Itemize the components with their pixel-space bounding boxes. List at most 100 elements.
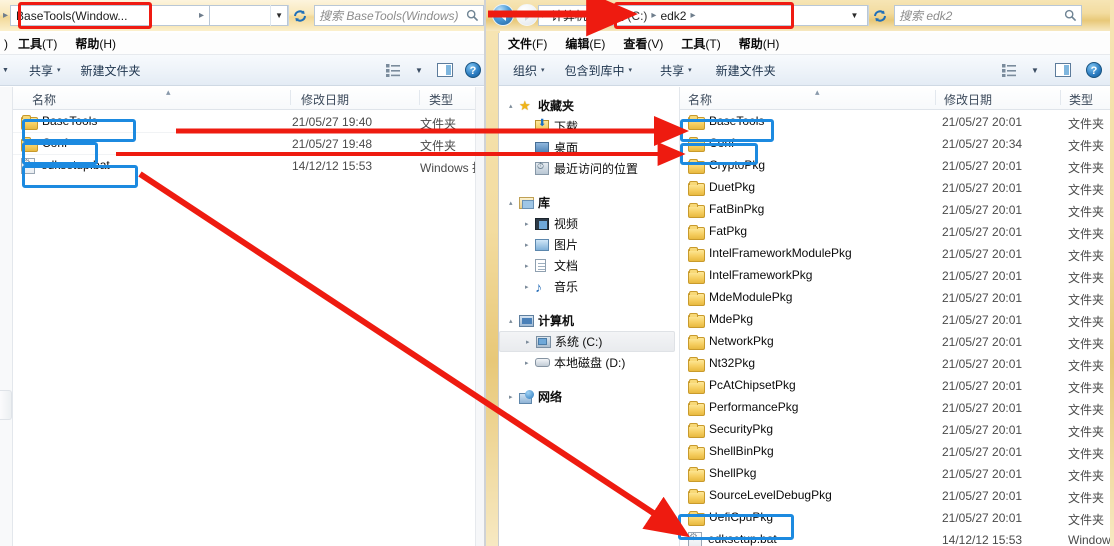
right-search-input[interactable]: 搜索 edk2 [894,5,1082,26]
file-name-cell[interactable]: PcAtChipsetPkg [688,378,796,394]
menu-item-tools[interactable]: 工具(T) [672,35,729,52]
help-icon[interactable]: ? [1078,62,1110,78]
nav-item-最近访问的位置[interactable]: 最近访问的位置 [499,158,679,179]
nav-item-音乐[interactable]: ▸ ♪ 音乐 [499,276,679,297]
table-row[interactable]: IntelFrameworkModulePkg 21/05/27 20:01 文件夹 [680,243,1110,265]
nav-item-库[interactable]: ▴ 库 [499,192,679,213]
file-name-cell[interactable]: SecurityPkg [688,422,773,438]
expander-expand-icon[interactable]: ▸ [509,393,519,401]
preview-pane-icon[interactable] [432,63,458,77]
column-header-name[interactable]: 名称 [688,91,712,108]
table-row[interactable]: MdePkg 21/05/27 20:01 文件夹 [680,309,1110,331]
file-name-cell[interactable]: FatPkg [688,224,747,240]
search-icon[interactable] [466,9,479,25]
file-type-cell: 文件夹 [1068,183,1105,197]
breadcrumb-separator[interactable]: ▸ [198,10,205,21]
column-header-date-modified[interactable]: 修改日期 [944,91,992,108]
breadcrumb-item-computer[interactable]: 计算机 [548,7,590,24]
nav-item-计算机[interactable]: ▴ 计算机 [499,310,679,331]
file-name-cell[interactable]: IntelFrameworkPkg [688,268,812,284]
file-name-cell[interactable]: NetworkPkg [688,334,774,350]
chevron-down-icon[interactable]: ▼ [846,5,863,26]
menu-item-file[interactable]: 文件(F) [499,35,556,52]
column-divider[interactable] [935,90,936,105]
file-name-cell[interactable]: FatBinPkg [688,202,764,218]
expander-expand-icon[interactable]: ▸ [525,283,535,291]
view-list-icon[interactable] [996,63,1022,77]
table-row[interactable]: SourceLevelDebugPkg 21/05/27 20:01 文件夹 [680,485,1110,507]
expander-collapse-icon[interactable]: ▴ [509,102,519,110]
nav-item-文档[interactable]: ▸ 文档 [499,255,679,276]
expander-collapse-icon[interactable]: ▴ [509,317,519,325]
table-row[interactable]: PcAtChipsetPkg 21/05/27 20:01 文件夹 [680,375,1110,397]
nav-item-系统 (C:)[interactable]: ▸ 系统 (C:) [499,331,675,352]
new-folder-button[interactable]: 新建文件夹 [702,62,786,79]
expander-expand-icon[interactable]: ▸ [525,220,535,228]
chevron-down-icon[interactable]: ▼ [270,5,287,26]
file-name-cell[interactable]: PerformancePkg [688,400,798,416]
expander-collapse-icon[interactable]: ▴ [509,199,519,207]
table-row[interactable]: PerformancePkg 21/05/27 20:01 文件夹 [680,397,1110,419]
column-header-type[interactable]: 类型 [1069,91,1093,108]
expander-expand-icon[interactable]: ▸ [525,241,535,249]
file-name-cell[interactable]: MdeModulePkg [688,290,792,306]
nav-item-本地磁盘 (D:)[interactable]: ▸ 本地磁盘 (D:) [499,352,679,373]
file-name-cell[interactable]: ShellBinPkg [688,444,774,460]
file-name-cell[interactable]: SourceLevelDebugPkg [688,488,832,504]
search-icon[interactable] [1064,9,1077,25]
back-icon[interactable] [492,4,514,26]
nav-group-gap [499,179,679,192]
forward-icon[interactable] [516,4,538,26]
nav-item-桌面[interactable]: 桌面 [499,137,679,158]
column-header-name[interactable]: 名称 [32,91,56,108]
table-row[interactable]: Nt32Pkg 21/05/27 20:01 文件夹 [680,353,1110,375]
view-list-icon[interactable] [380,63,406,77]
new-folder-button[interactable]: 新建文件夹 [70,62,150,79]
expander-expand-icon[interactable]: ▸ [526,338,536,346]
table-row[interactable]: NetworkPkg 21/05/27 20:01 文件夹 [680,331,1110,353]
share-button[interactable]: 共享 ▾ [642,62,702,79]
table-row[interactable]: FatBinPkg 21/05/27 20:01 文件夹 [680,199,1110,221]
table-row[interactable]: ShellPkg 21/05/27 20:01 文件夹 [680,463,1110,485]
column-header-type[interactable]: 类型 [429,91,453,108]
menu-item-view[interactable]: 查看(V) [614,35,672,52]
organize-button[interactable]: 组织 ▾ [499,62,555,79]
share-button[interactable]: 共享 ▾ [19,62,71,79]
refresh-icon[interactable] [288,5,310,26]
file-name-cell[interactable]: Nt32Pkg [688,356,755,372]
right-column-header: 名称 ▴ 修改日期 类型 [680,87,1110,110]
table-row[interactable]: ShellBinPkg 21/05/27 20:01 文件夹 [680,441,1110,463]
refresh-icon[interactable] [868,5,890,26]
file-name-cell[interactable]: ShellPkg [688,466,756,482]
column-divider[interactable] [419,90,420,105]
nav-item-收藏夹[interactable]: ▴ ★ 收藏夹 [499,95,679,116]
menu-item-help[interactable]: 帮助(H) [730,35,789,52]
menu-item-tools[interactable]: 工具(T) [9,35,66,52]
nav-item-视频[interactable]: ▸ 视频 [499,213,679,234]
left-search-input[interactable]: 搜索 BaseTools(Windows) [314,5,485,26]
view-dropdown-icon[interactable]: ▼ [1022,66,1048,75]
menu-item-help[interactable]: 帮助(H) [66,35,125,52]
menu-item-edit[interactable]: 编辑(E) [556,35,614,52]
nav-pane-splitter-button[interactable] [0,390,12,420]
preview-pane-icon[interactable] [1048,63,1078,77]
column-header-date-modified[interactable]: 修改日期 [301,91,349,108]
view-dropdown-icon[interactable]: ▼ [406,66,432,75]
organize-caret-truncated[interactable]: ▼ [0,67,19,74]
nav-item-下载[interactable]: 下载 [499,116,679,137]
column-divider[interactable] [1060,90,1061,105]
table-row[interactable]: SecurityPkg 21/05/27 20:01 文件夹 [680,419,1110,441]
column-divider[interactable] [290,90,291,105]
file-name-cell[interactable]: MdePkg [688,312,753,328]
expander-expand-icon[interactable]: ▸ [525,359,535,367]
nav-item-图片[interactable]: ▸ 图片 [499,234,679,255]
file-name-cell[interactable]: DuetPkg [688,180,755,196]
nav-item-网络[interactable]: ▸ 网络 [499,386,679,407]
expander-expand-icon[interactable]: ▸ [525,262,535,270]
table-row[interactable]: MdeModulePkg 21/05/27 20:01 文件夹 [680,287,1110,309]
table-row[interactable]: DuetPkg 21/05/27 20:01 文件夹 [680,177,1110,199]
table-row[interactable]: FatPkg 21/05/27 20:01 文件夹 [680,221,1110,243]
table-row[interactable]: IntelFrameworkPkg 21/05/27 20:01 文件夹 [680,265,1110,287]
file-name-cell[interactable]: IntelFrameworkModulePkg [688,246,852,262]
include-in-library-button[interactable]: 包含到库中 ▾ [555,62,643,79]
